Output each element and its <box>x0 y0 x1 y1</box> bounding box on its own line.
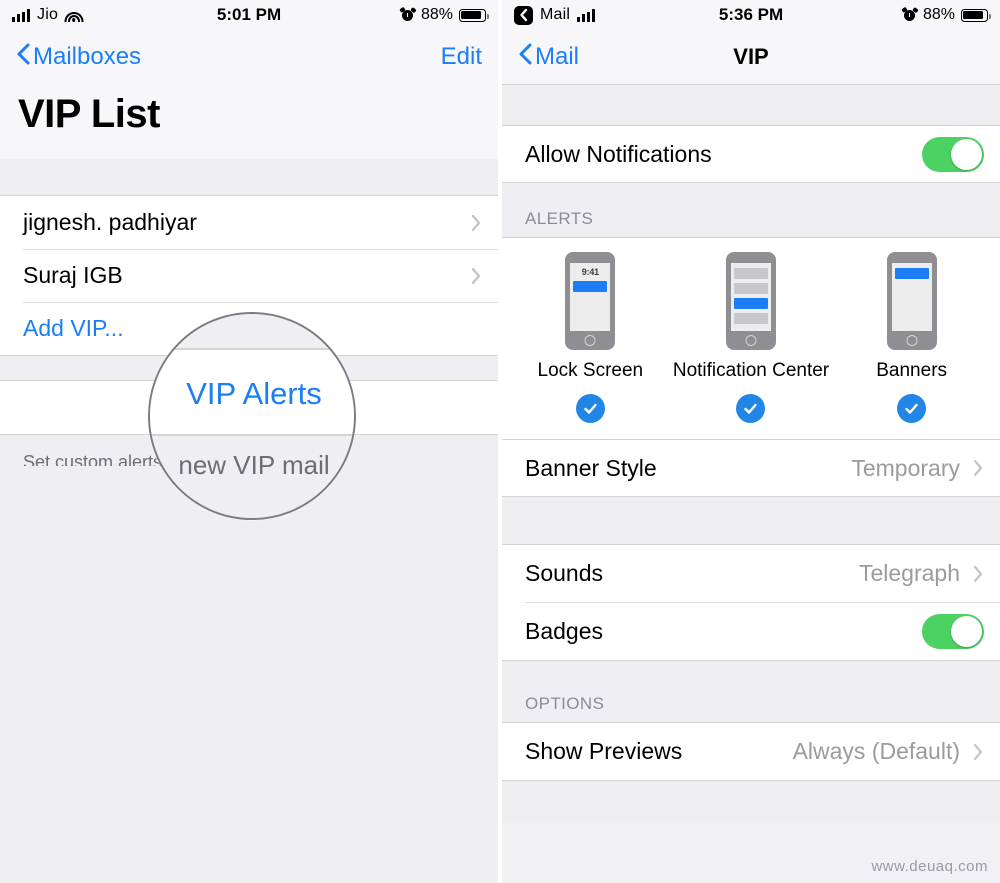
badges-label: Badges <box>525 617 604 644</box>
vip-list-item[interactable]: jignesh. padhiyar <box>0 196 498 249</box>
left-status-bar: Jio 5:01 PM 88% <box>0 0 498 30</box>
back-to-mailboxes-button[interactable]: Mailboxes <box>16 42 141 73</box>
banner-style-group: Banner Style Temporary <box>502 440 1000 497</box>
edit-button[interactable]: Edit <box>441 43 482 71</box>
allow-notifications-group: Allow Notifications <box>502 125 1000 183</box>
alarm-clock-icon <box>901 7 919 22</box>
home-button-icon <box>906 335 918 346</box>
page-title: VIP List <box>0 84 498 159</box>
mockup-row <box>733 268 768 279</box>
home-button-icon <box>584 335 596 346</box>
notification-center-phone-mockup <box>725 252 776 350</box>
options-group: Show Previews Always (Default) <box>502 722 1000 781</box>
magnified-footnote-text: new VIP mail <box>178 450 330 480</box>
signal-bars-icon <box>577 8 596 22</box>
back-to-mail-button[interactable]: Mail <box>518 42 579 73</box>
banner-style-row[interactable]: Banner Style Temporary <box>502 440 1000 496</box>
allow-notifications-label: Allow Notifications <box>525 140 712 167</box>
status-bar-left-group: Mail <box>514 5 751 25</box>
left-page-background <box>0 466 498 883</box>
alert-option-banners[interactable]: Banners <box>837 252 987 423</box>
badges-toggle[interactable] <box>922 613 984 649</box>
show-previews-row[interactable]: Show Previews Always (Default) <box>502 723 1000 780</box>
options-section-header: OPTIONS <box>502 661 1000 722</box>
mockup-screen <box>891 263 932 331</box>
alarm-clock-icon <box>399 7 417 22</box>
sounds-label: Sounds <box>525 560 604 586</box>
carrier-label: Jio <box>37 6 59 23</box>
mockup-screen <box>730 263 771 331</box>
status-bar-left-group: Jio <box>12 6 249 24</box>
sounds-section-gap <box>502 497 1000 544</box>
chevron-left-icon[interactable] <box>514 5 533 25</box>
vip-list-item[interactable]: Suraj IGB <box>0 249 498 302</box>
signal-bars-icon <box>12 8 30 22</box>
alert-option-label: Notification Center <box>672 360 830 381</box>
mockup-screen: 9:41 <box>570 263 611 331</box>
vip-name: Suraj IGB <box>23 262 123 288</box>
battery-icon <box>961 8 991 22</box>
alert-option-label: Lock Screen <box>537 360 644 381</box>
home-button-icon <box>745 335 757 346</box>
show-previews-label: Show Previews <box>525 738 683 764</box>
sounds-value: Telegraph <box>858 560 960 586</box>
chevron-left-icon <box>16 42 30 73</box>
left-nav-bar: Mailboxes Edit <box>0 30 498 84</box>
banners-phone-mockup <box>886 252 937 350</box>
chevron-left-icon <box>518 42 532 73</box>
alert-option-label: Banners <box>876 360 948 381</box>
checkmark-icon[interactable] <box>736 394 766 423</box>
status-bar-right-group: 88% <box>751 6 991 24</box>
show-previews-value: Always (Default) <box>792 738 960 764</box>
alert-style-chooser: 9:41 Lock Screen Notification Center Ban… <box>502 237 1000 440</box>
section-gap-top <box>0 159 498 195</box>
sounds-row[interactable]: Sounds Telegraph <box>502 545 1000 602</box>
lock-screen-phone-mockup: 9:41 <box>565 252 616 350</box>
battery-percent-label: 88% <box>420 6 453 23</box>
back-button-label: Mail <box>535 43 580 70</box>
checkmark-icon[interactable] <box>575 394 605 423</box>
mockup-row <box>733 283 768 294</box>
bottom-spacer <box>502 781 1000 821</box>
back-button-label: Mailboxes <box>33 43 142 70</box>
allow-notifications-toggle[interactable] <box>922 136 984 172</box>
sounds-badges-group: Sounds Telegraph Badges <box>502 544 1000 661</box>
magnifier-content: VIP Alerts new VIP mail <box>150 314 354 518</box>
top-spacer <box>502 85 1000 125</box>
vip-name: jignesh. padhiyar <box>23 209 197 235</box>
badges-row[interactable]: Badges <box>502 602 1000 660</box>
right-phone-screen: Mail 5:36 PM 88% Mail VIP Allow Notifica… <box>500 0 1000 883</box>
right-status-bar: Mail 5:36 PM 88% <box>502 0 1000 30</box>
alert-option-notification-center[interactable]: Notification Center <box>672 252 830 423</box>
status-bar-right-group: 88% <box>249 6 489 24</box>
chevron-right-icon <box>470 213 482 233</box>
mockup-notification-bar <box>573 281 608 292</box>
battery-icon <box>459 8 489 22</box>
wifi-icon <box>64 9 84 22</box>
battery-percent-label: 88% <box>922 6 955 23</box>
mockup-time-label: 9:41 <box>581 267 599 277</box>
dual-screenshot-container: Jio 5:01 PM 88% Mailboxes Edit VIP List <box>0 0 1000 883</box>
magnifier-lens: VIP Alerts new VIP mail <box>148 312 356 520</box>
mockup-notification-bar <box>733 298 768 309</box>
alerts-section-header: ALERTS <box>502 183 1000 237</box>
banner-style-value: Temporary <box>851 454 960 481</box>
left-phone-screen: Jio 5:01 PM 88% Mailboxes Edit VIP List <box>0 0 500 883</box>
alert-option-lock-screen[interactable]: 9:41 Lock Screen <box>515 252 665 423</box>
chevron-right-icon <box>972 458 984 478</box>
right-nav-bar: Mail VIP <box>502 30 1000 85</box>
allow-notifications-row[interactable]: Allow Notifications <box>502 126 1000 182</box>
chevron-right-icon <box>972 742 984 762</box>
mockup-row <box>733 313 768 324</box>
chevron-right-icon <box>972 564 984 584</box>
banner-style-label: Banner Style <box>525 454 657 481</box>
magnified-vip-alerts-label: VIP Alerts <box>186 376 322 411</box>
return-to-app-label: Mail <box>540 6 571 23</box>
site-watermark: www.deuaq.com <box>871 858 988 875</box>
checkmark-icon[interactable] <box>897 394 927 423</box>
chevron-right-icon <box>470 266 482 286</box>
mockup-notification-bar <box>894 268 929 279</box>
